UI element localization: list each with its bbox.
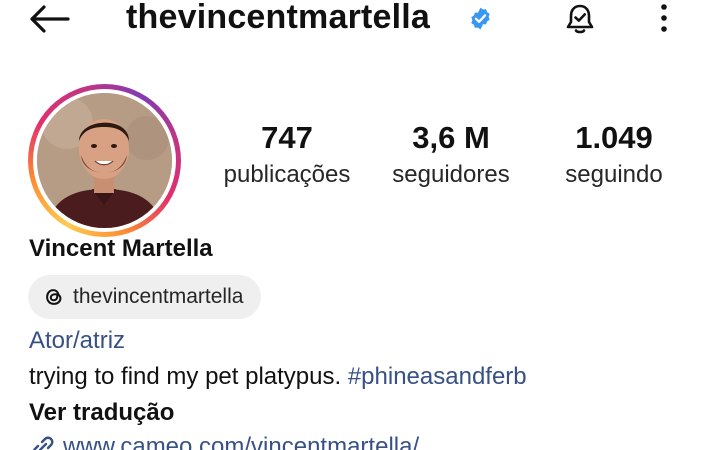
verified-badge-icon: [471, 7, 490, 30]
website-url: www.cameo.com/vincentmartella/: [63, 433, 420, 450]
back-button[interactable]: [26, 4, 72, 34]
stat-posts[interactable]: 747 publicações: [212, 118, 362, 192]
bell-check-icon: [566, 4, 594, 34]
profile-category: Ator/atriz: [29, 327, 126, 354]
followers-label: seguidores: [392, 161, 510, 188]
posts-label: publicações: [223, 161, 351, 188]
stat-following[interactable]: 1.049 seguindo: [548, 118, 680, 192]
threads-handle: thevincentmartella: [73, 285, 244, 308]
link-icon: [29, 434, 57, 450]
vertical-ellipsis-icon: [661, 4, 667, 32]
more-options-button[interactable]: [646, 0, 682, 36]
posts-count: 747: [261, 120, 313, 155]
profile-full-name: Vincent Martella: [29, 235, 213, 262]
threads-profile-badge[interactable]: thevincentmartella: [28, 275, 262, 319]
profile-bio: trying to find my pet platypus. #phineas…: [29, 361, 527, 393]
profile-page: thevincentmartella 747 publicações 3,6 M…: [0, 0, 720, 450]
avatar-photo: [37, 93, 172, 228]
profile-username: thevincentmartella: [126, 0, 431, 36]
avatar: [37, 93, 172, 228]
threads-icon: [42, 285, 66, 309]
bio-text: trying to find my pet platypus.: [29, 363, 348, 390]
avatar-story-ring[interactable]: [28, 84, 181, 237]
notifications-button[interactable]: [560, 0, 600, 38]
following-count: 1.049: [575, 120, 653, 155]
bio-hashtag-link[interactable]: #phineasandferb: [348, 363, 527, 390]
profile-website-link[interactable]: www.cameo.com/vincentmartella/: [29, 431, 419, 450]
followers-count: 3,6 M: [412, 120, 490, 155]
following-label: seguindo: [565, 161, 663, 188]
arrow-left-icon: [30, 5, 70, 33]
see-translation-button[interactable]: Ver tradução: [29, 397, 174, 429]
stat-followers[interactable]: 3,6 M seguidores: [380, 118, 522, 192]
top-bar: thevincentmartella: [0, 0, 720, 40]
